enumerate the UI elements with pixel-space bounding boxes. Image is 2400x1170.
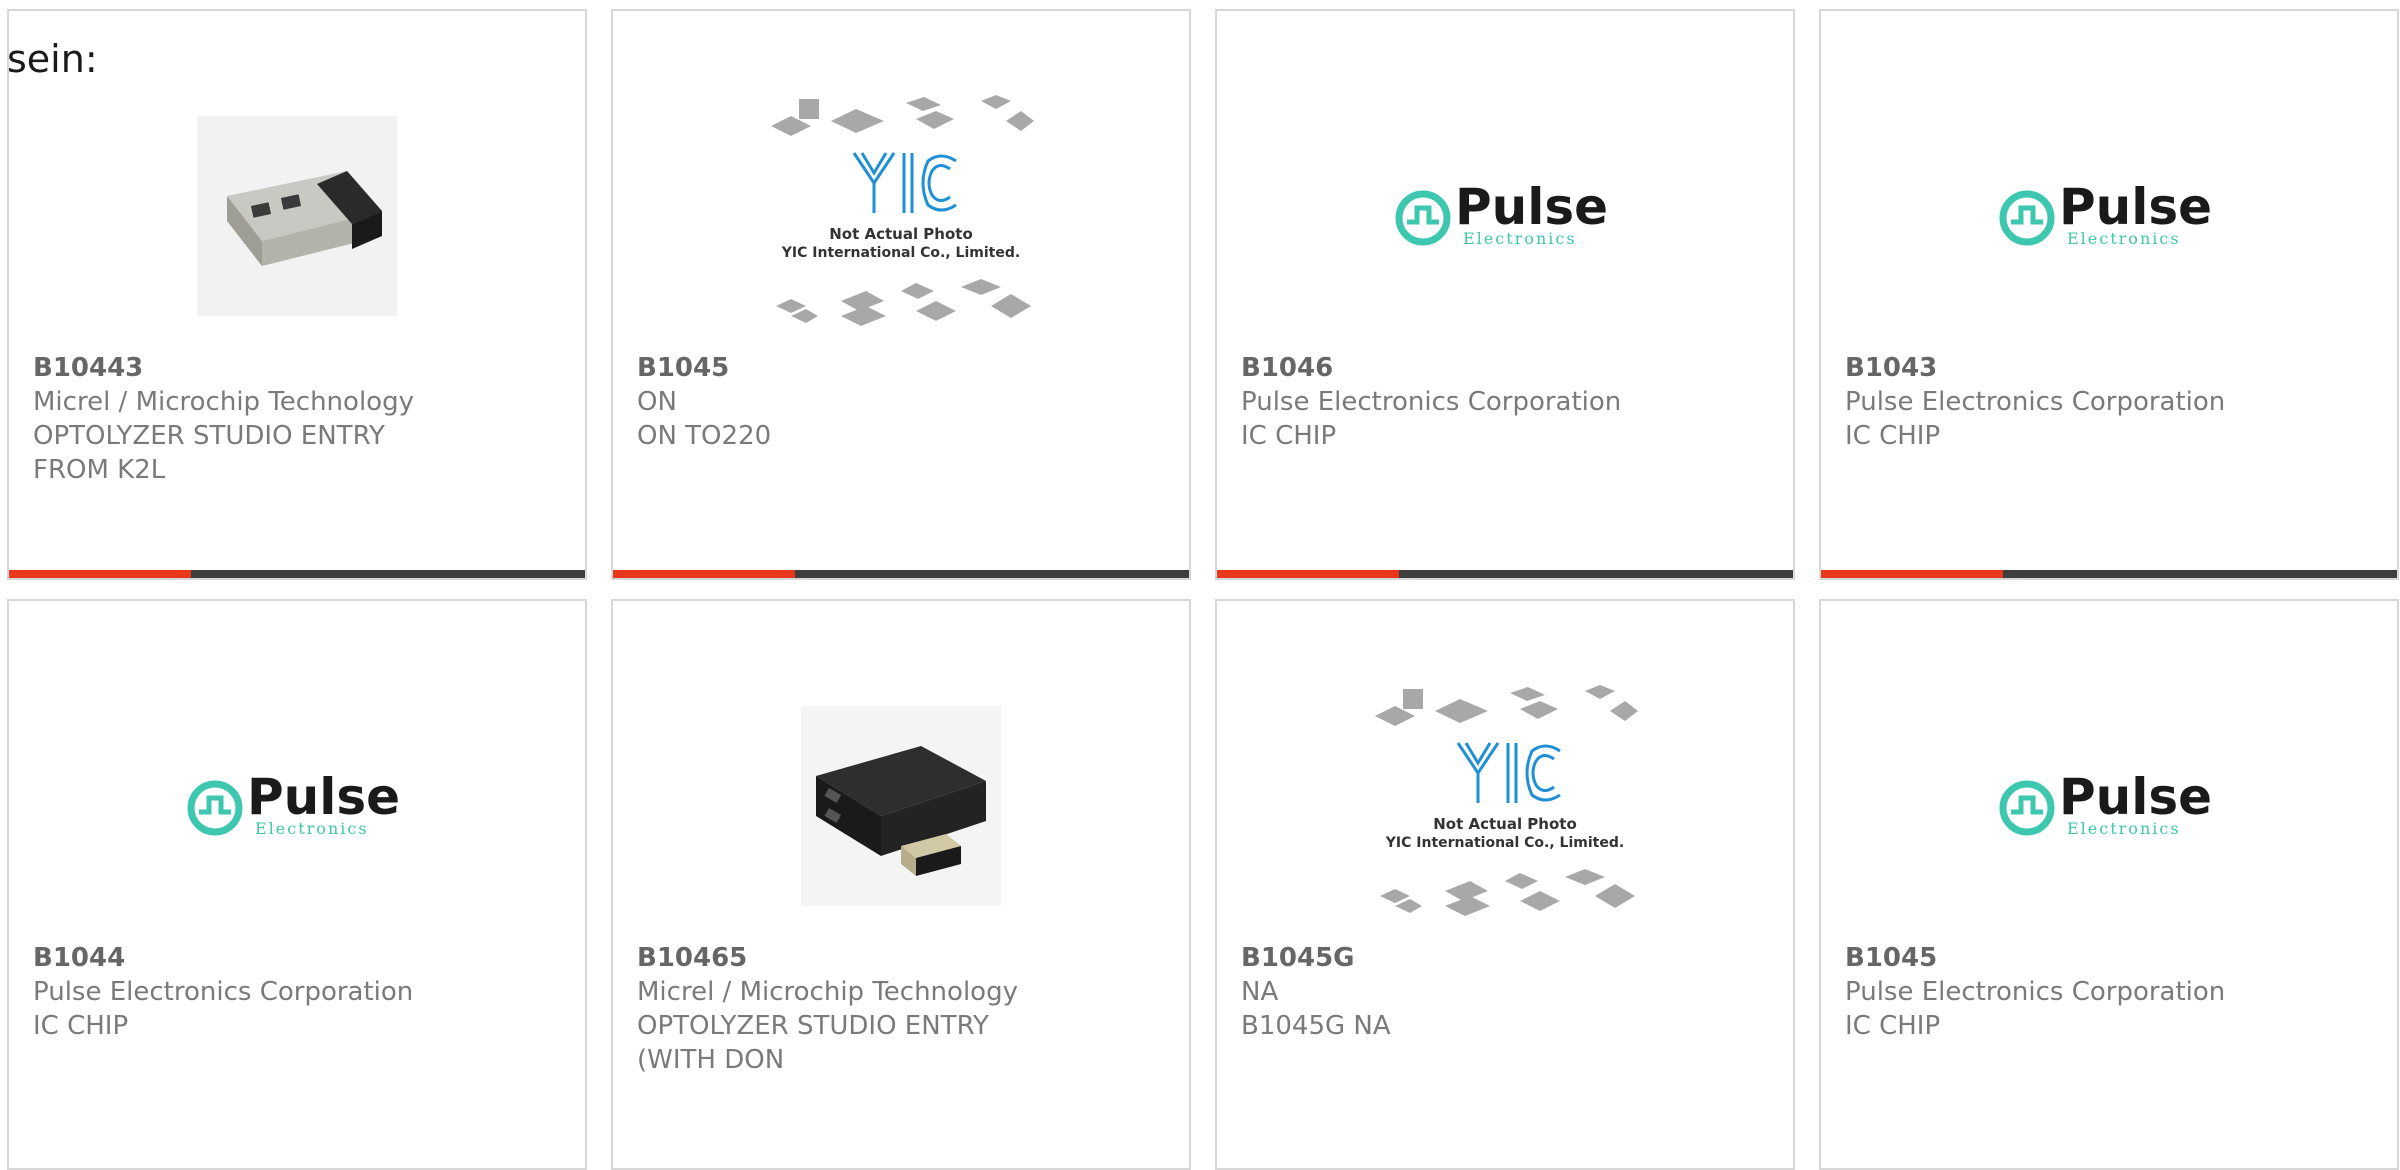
description: IC CHIP	[1845, 421, 1941, 451]
manufacturer: Pulse Electronics Corporation	[1845, 387, 2226, 417]
product-card[interactable]: B10465 Micrel / Microchip Technology OPT…	[611, 599, 1191, 1170]
description: IC CHIP	[1845, 1011, 1941, 1041]
manufacturer: Pulse Electronics Corporation	[1845, 977, 2226, 1007]
part-number[interactable]: B10443	[33, 351, 565, 385]
yic-placeholder-image: Not Actual Photo YIC International Co., …	[771, 95, 1034, 326]
manufacturer: Pulse Electronics Corporation	[33, 977, 414, 1007]
usb-dongle-image	[197, 116, 397, 316]
svg-text:Electronics: Electronics	[2067, 229, 2181, 248]
product-card[interactable]: Pulse Electronics B1044 Pulse Electronic…	[7, 599, 587, 1170]
svg-text:Pulse: Pulse	[247, 768, 400, 826]
description: IC CHIP	[1241, 421, 1337, 451]
pulse-logo-image: Pulse Electronics	[1395, 178, 1608, 248]
part-number[interactable]: B1045	[637, 351, 1169, 385]
product-image[interactable]: Not Actual Photo YIC International Co., …	[1217, 671, 1793, 941]
product-image[interactable]	[613, 671, 1189, 941]
description: IC CHIP	[33, 1011, 129, 1041]
description: B1045G NA	[1241, 1011, 1391, 1041]
manufacturer: Pulse Electronics Corporation	[1241, 387, 1622, 417]
manufacturer: Micrel / Microchip Technology	[637, 977, 1018, 1007]
svg-text:Electronics: Electronics	[1463, 229, 1577, 248]
svg-text:Pulse: Pulse	[2059, 178, 2212, 236]
pulse-logo-image: Pulse Electronics	[1999, 768, 2212, 838]
product-image[interactable]: Pulse Electronics	[1821, 81, 2397, 351]
product-card[interactable]: Not Actual Photo YIC International Co., …	[611, 9, 1191, 580]
part-number[interactable]: B1046	[1241, 351, 1773, 385]
description: OPTOLYZER STUDIO ENTRY (WITH DON	[637, 1011, 989, 1075]
product-card[interactable]: Pulse Electronics B1045 Pulse Electronic…	[1819, 599, 2399, 1170]
part-number[interactable]: B1044	[33, 941, 565, 975]
product-grid: B10443 Micrel / Microchip Technology OPT…	[7, 9, 2399, 1170]
svg-text:Not Actual Photo: Not Actual Photo	[1433, 815, 1577, 833]
manufacturer: Micrel / Microchip Technology	[33, 387, 414, 417]
svg-text:YIC International Co., Limited: YIC International Co., Limited.	[1385, 835, 1624, 851]
svg-text:YIC International Co., Limited: YIC International Co., Limited.	[781, 245, 1020, 261]
part-number[interactable]: B1045G	[1241, 941, 1773, 975]
optolyzer-device-image	[801, 706, 1001, 906]
product-image[interactable]	[9, 81, 585, 351]
product-image[interactable]: Pulse Electronics	[1217, 81, 1793, 351]
description: OPTOLYZER STUDIO ENTRY FROM K2L	[33, 421, 385, 485]
description: ON TO220	[637, 421, 772, 451]
part-number[interactable]: B1043	[1845, 351, 2377, 385]
card-bar	[613, 570, 1189, 578]
svg-text:Pulse: Pulse	[1455, 178, 1608, 236]
svg-text:Electronics: Electronics	[255, 819, 369, 838]
part-number[interactable]: B1045	[1845, 941, 2377, 975]
card-bar	[1821, 570, 2397, 578]
intro-text: sein:	[7, 37, 98, 81]
svg-text:Electronics: Electronics	[2067, 819, 2181, 838]
manufacturer: ON	[637, 387, 677, 417]
product-image[interactable]: Pulse Electronics	[9, 671, 585, 941]
svg-text:Pulse: Pulse	[2059, 768, 2212, 826]
card-bar	[9, 570, 585, 578]
product-image[interactable]: Pulse Electronics	[1821, 671, 2397, 941]
product-card[interactable]: Not Actual Photo YIC International Co., …	[1215, 599, 1795, 1170]
product-card[interactable]: B10443 Micrel / Microchip Technology OPT…	[7, 9, 587, 580]
yic-placeholder-image: Not Actual Photo YIC International Co., …	[1375, 685, 1638, 916]
pulse-logo-image: Pulse Electronics	[187, 768, 400, 838]
svg-text:Not Actual Photo: Not Actual Photo	[829, 225, 973, 243]
product-card[interactable]: Pulse Electronics B1046 Pulse Electronic…	[1215, 9, 1795, 580]
pulse-logo-image: Pulse Electronics	[1999, 178, 2212, 248]
product-image[interactable]: Not Actual Photo YIC International Co., …	[613, 81, 1189, 351]
card-bar	[1217, 570, 1793, 578]
product-card[interactable]: Pulse Electronics B1043 Pulse Electronic…	[1819, 9, 2399, 580]
manufacturer: NA	[1241, 977, 1279, 1007]
part-number[interactable]: B10465	[637, 941, 1169, 975]
